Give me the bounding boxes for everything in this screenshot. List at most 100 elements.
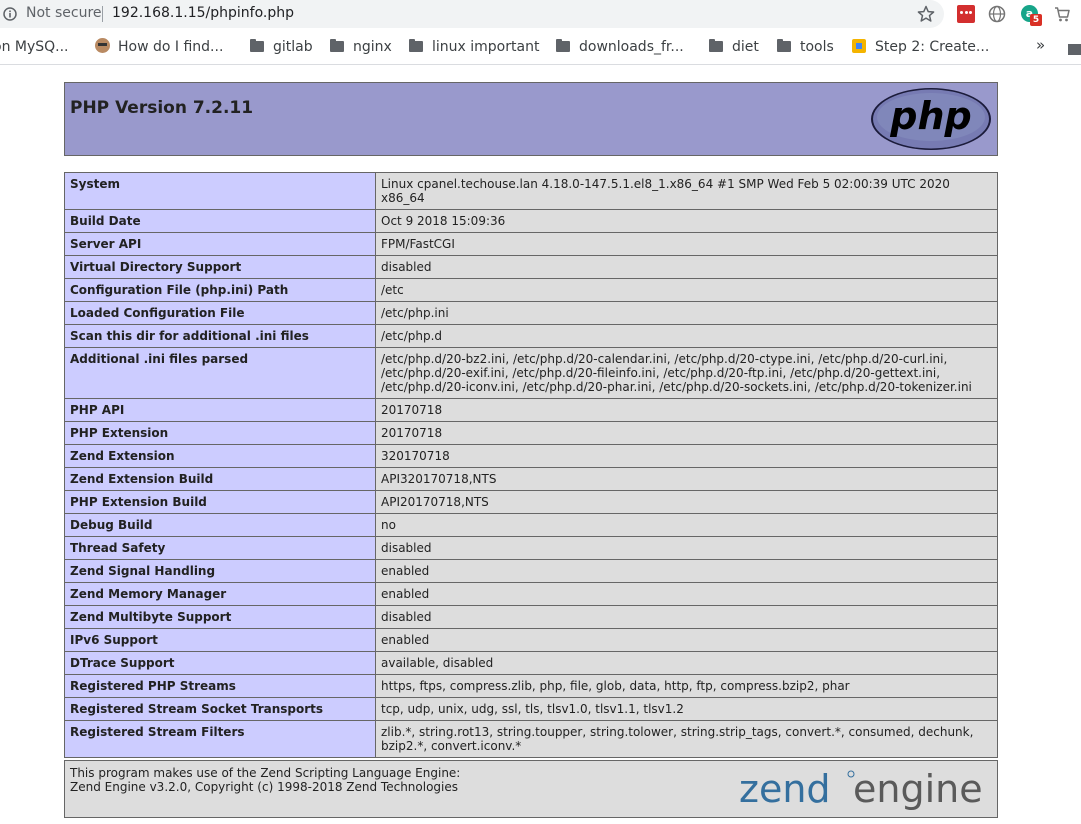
bookmark-label: linux important <box>432 39 540 55</box>
extension-badge: 5 <box>1030 14 1042 26</box>
row-value: 20170718 <box>375 421 998 445</box>
bookmark-star-icon[interactable] <box>917 5 935 23</box>
bookmarks-bar: on MySQ... How do I find... gitlab nginx… <box>0 30 1081 65</box>
row-value: https, ftps, compress.zlib, php, file, g… <box>375 674 998 698</box>
php-info-table: System Linux cpanel.techouse.lan 4.18.0-1… <box>64 172 998 758</box>
bookmark-how-do-i-find[interactable]: How do I find... <box>95 37 223 57</box>
bookmark-label: on MySQ... <box>0 39 69 55</box>
zend-credits: This program makes use of the Zend Scrip… <box>70 766 460 794</box>
row-value: API20170718,NTS <box>375 490 998 514</box>
bookmark-linux-important[interactable]: linux important <box>409 37 539 57</box>
bookmark-label: How do I find... <box>118 39 224 55</box>
row-value: enabled <box>375 582 998 606</box>
table-row: PHP Extension Build API20170718,NTS <box>64 490 998 514</box>
row-value: /etc <box>375 278 998 302</box>
php-version-header: PHP Version 7.2.11 php <box>64 82 998 156</box>
row-key: Registered PHP Streams <box>64 674 376 698</box>
row-value: disabled <box>375 605 998 629</box>
row-key: Registered Stream Socket Transports <box>64 697 376 721</box>
row-value: 20170718 <box>375 398 998 422</box>
row-value: available, disabled <box>375 651 998 675</box>
table-row: Zend Extension 320170718 <box>64 444 998 468</box>
browser-toolbar: Not secure 192.168.1.15/phpinfo.php a 5 <box>0 0 1081 30</box>
svg-text:engine: engine <box>853 767 983 811</box>
cube-icon <box>852 39 866 53</box>
bookmark-tools[interactable]: tools <box>777 37 834 57</box>
row-value: 320170718 <box>375 444 998 468</box>
zend-engine-logo-icon: zend engine <box>739 767 983 811</box>
info-icon[interactable] <box>3 7 17 21</box>
row-value: tcp, udp, unix, udg, ssl, tls, tlsv1.0, … <box>375 697 998 721</box>
table-row: Additional .ini files parsed/etc/php.d/2… <box>64 347 998 399</box>
zend-credit-line: This program makes use of the Zend Scrip… <box>70 766 461 780</box>
globe-extension-icon[interactable] <box>988 5 1006 23</box>
table-row: PHP API 20170718 <box>64 398 998 422</box>
row-key: Configuration File (php.ini) Path <box>64 278 376 302</box>
row-value: disabled <box>375 255 998 279</box>
table-row: Zend Signal Handling enabled <box>64 559 998 583</box>
row-value: Oct 9 2018 15:09:36 <box>375 209 998 233</box>
table-row: Configuration File (php.ini) Path/etc <box>64 278 998 302</box>
row-value: /etc/php.ini <box>375 301 998 325</box>
bookmark-mysql[interactable]: on MySQ... <box>0 37 69 57</box>
folder-icon <box>556 39 570 52</box>
row-key: Debug Build <box>64 513 376 537</box>
row-value: enabled <box>375 628 998 652</box>
page-title: PHP Version 7.2.11 <box>70 98 254 118</box>
row-value: zlib.*, string.rot13, string.toupper, st… <box>375 720 998 758</box>
table-row: Thread Safety disabled <box>64 536 998 560</box>
row-value: enabled <box>375 559 998 583</box>
bookmark-step2-create[interactable]: Step 2: Create... <box>852 37 989 57</box>
zend-credit-line: Zend Engine v3.2.0, Copyright (c) 1998-2… <box>70 780 459 794</box>
row-value: no <box>375 513 998 537</box>
row-key: Zend Extension Build <box>64 467 376 491</box>
table-row: Virtual Directory Support disabled <box>64 255 998 279</box>
row-key: PHP Extension Build <box>64 490 376 514</box>
row-value: Linux cpanel.techouse.lan 4.18.0-147.5.1… <box>375 172 998 210</box>
row-key: Virtual Directory Support <box>64 255 376 279</box>
table-row: Server API FPM/FastCGI <box>64 232 998 256</box>
page-content: PHP Version 7.2.11 php System Linux cpane… <box>0 65 1081 824</box>
row-value: disabled <box>375 536 998 560</box>
bookmarks-overflow-chevron-icon[interactable]: » <box>1036 36 1045 54</box>
bookmark-label: Step 2: Create... <box>875 39 990 55</box>
row-value: API320170718,NTS <box>375 467 998 491</box>
row-value: FPM/FastCGI <box>375 232 998 256</box>
row-value: /etc/php.d/20-bz2.ini, /etc/php.d/20-cal… <box>375 347 998 399</box>
svg-text:zend: zend <box>739 767 831 811</box>
address-bar[interactable]: Not secure 192.168.1.15/phpinfo.php <box>0 0 944 28</box>
table-row: Build Date Oct 9 2018 15:09:36 <box>64 209 998 233</box>
bookmark-label: tools <box>800 39 834 55</box>
row-key: Thread Safety <box>64 536 376 560</box>
table-row: Debug Build no <box>64 513 998 537</box>
folder-icon <box>250 39 264 52</box>
row-key: PHP Extension <box>64 421 376 445</box>
row-key: Additional .ini files parsed <box>64 347 376 399</box>
row-key: Server API <box>64 232 376 256</box>
bookmark-label: nginx <box>353 39 392 55</box>
row-key: Registered Stream Filters <box>64 720 376 758</box>
bookmark-label: diet <box>732 39 759 55</box>
row-value: /etc/php.d <box>375 324 998 348</box>
table-row: Scan this dir for additional .ini files /… <box>64 324 998 348</box>
cart-extension-icon[interactable] <box>1053 5 1071 23</box>
zend-engine-box: This program makes use of the Zend Scrip… <box>64 760 998 818</box>
other-bookmarks-folder-icon[interactable] <box>1068 44 1081 55</box>
table-row: IPv6 Support enabled <box>64 628 998 652</box>
bookmark-downloads[interactable]: downloads_fr... <box>556 37 684 57</box>
bookmark-gitlab[interactable]: gitlab <box>250 37 313 57</box>
url-text[interactable]: 192.168.1.15/phpinfo.php <box>112 5 294 21</box>
security-label[interactable]: Not secure <box>26 5 102 21</box>
bookmark-nginx[interactable]: nginx <box>330 37 392 57</box>
bookmark-diet[interactable]: diet <box>709 37 759 57</box>
svg-text:php: php <box>889 94 971 138</box>
row-key: Zend Extension <box>64 444 376 468</box>
row-key: Scan this dir for additional .ini files <box>64 324 376 348</box>
row-key: Zend Memory Manager <box>64 582 376 606</box>
folder-icon <box>409 39 423 52</box>
lastpass-extension-icon[interactable] <box>957 5 975 23</box>
table-row: Zend Multibyte Support disabled <box>64 605 998 629</box>
avatar-icon <box>95 38 110 53</box>
bookmark-label: downloads_fr... <box>579 39 684 55</box>
folder-icon <box>709 39 723 52</box>
